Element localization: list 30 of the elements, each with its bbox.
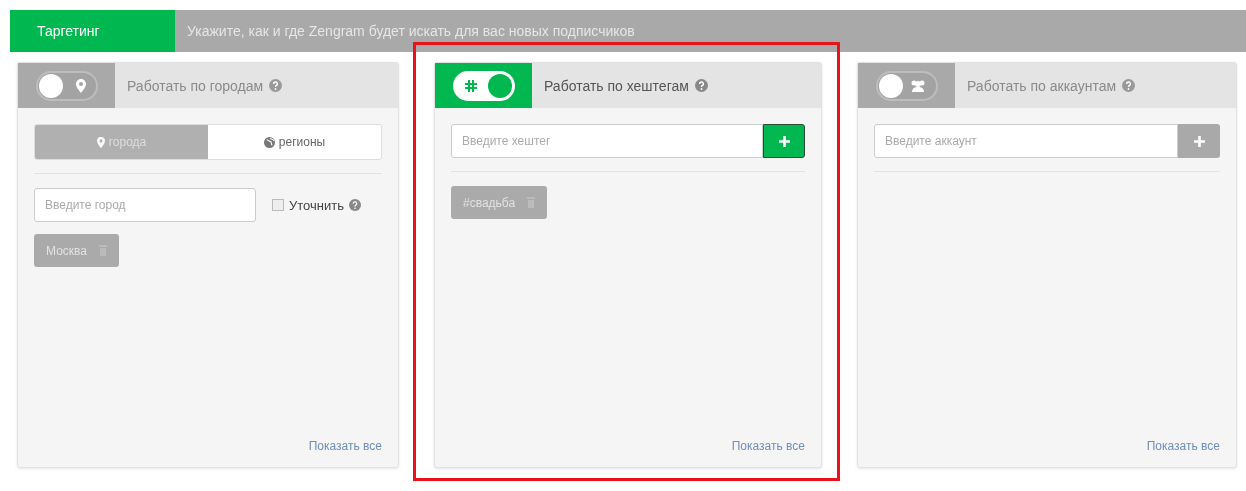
add-button[interactable]	[763, 124, 805, 158]
toggle-switch[interactable]	[18, 63, 115, 108]
help-icon[interactable]	[348, 199, 361, 211]
help-icon[interactable]	[1122, 79, 1136, 92]
pin-icon	[96, 136, 105, 148]
panel-title: Работать по городам	[127, 77, 264, 94]
show-all-link[interactable]: Показать все	[308, 439, 382, 453]
city-input[interactable]: Введите город	[34, 188, 256, 222]
tag-label: #свадьба	[463, 195, 516, 210]
targeting-tab[interactable]: Таргетинг	[10, 10, 175, 52]
show-all-link[interactable]: Показать все	[1146, 439, 1220, 453]
search-input[interactable]: Введите аккаунт	[874, 124, 1178, 158]
tag-label: Москва	[46, 243, 87, 258]
plus-icon	[778, 135, 790, 147]
show-all-link[interactable]: Показать все	[731, 439, 805, 453]
globe-icon	[263, 136, 275, 148]
panel-title: Работать по аккаунтам	[967, 77, 1117, 94]
header-hint: Укажите, как и где Zengram будет искать для вас новых подписчиков	[186, 23, 635, 39]
plus-icon	[1193, 135, 1205, 147]
search-input[interactable]: Введите хештег	[451, 124, 763, 158]
pin-icon	[75, 78, 86, 93]
panel-title: Работать по хештегам	[544, 77, 689, 94]
toggle-switch[interactable]	[858, 63, 955, 108]
toggle-switch[interactable]	[435, 63, 532, 108]
checkbox[interactable]	[272, 199, 284, 211]
checkbox-label: Уточнить	[289, 197, 344, 213]
segment-tab[interactable]: регионы	[208, 125, 381, 159]
help-icon[interactable]	[269, 79, 283, 92]
help-icon[interactable]	[694, 79, 708, 92]
hash-icon	[464, 79, 477, 92]
